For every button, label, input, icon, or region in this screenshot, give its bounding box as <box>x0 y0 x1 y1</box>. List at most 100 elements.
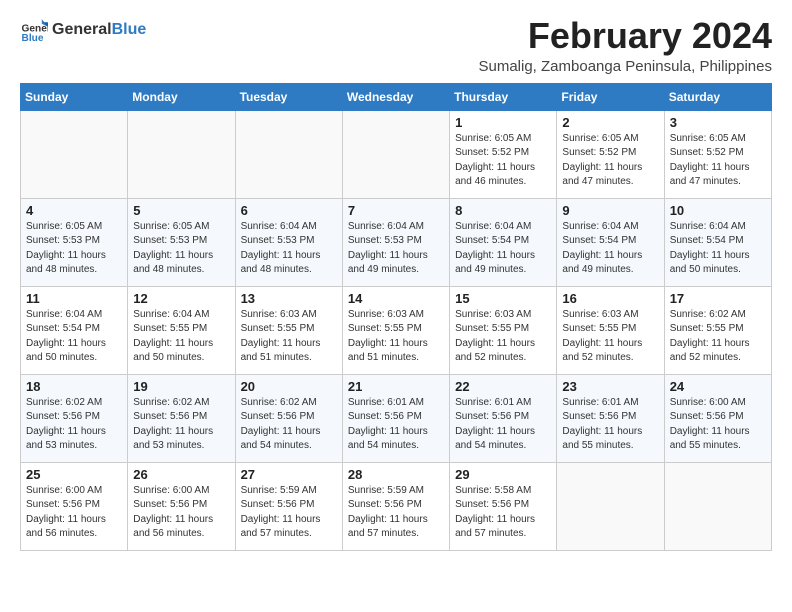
calendar-cell <box>342 110 449 198</box>
calendar-cell: 8 Sunrise: 6:04 AM Sunset: 5:54 PM Daylig… <box>450 198 557 286</box>
weekday-header-wednesday: Wednesday <box>342 83 449 110</box>
day-info: Sunrise: 6:01 AM Sunset: 5:56 PM Dayligh… <box>562 396 658 454</box>
day-info: Sunrise: 5:58 AM Sunset: 5:56 PM Dayligh… <box>455 484 551 542</box>
calendar-cell: 16 Sunrise: 6:03 AM Sunset: 5:55 PM Dayli… <box>557 286 664 374</box>
calendar-week-row: 18 Sunrise: 6:02 AM Sunset: 5:56 PM Dayli… <box>21 374 772 462</box>
day-number: 16 <box>562 291 658 306</box>
day-info: Sunrise: 6:05 AM Sunset: 5:52 PM Dayligh… <box>455 132 551 190</box>
day-info: Sunrise: 6:05 AM Sunset: 5:52 PM Dayligh… <box>562 132 658 190</box>
day-number: 11 <box>26 291 122 306</box>
day-number: 7 <box>348 203 444 218</box>
calendar-cell: 2 Sunrise: 6:05 AM Sunset: 5:52 PM Daylig… <box>557 110 664 198</box>
day-info: Sunrise: 5:59 AM Sunset: 5:56 PM Dayligh… <box>241 484 337 542</box>
day-info: Sunrise: 6:02 AM Sunset: 5:56 PM Dayligh… <box>241 396 337 454</box>
calendar-table: SundayMondayTuesdayWednesdayThursdayFrid… <box>20 83 772 551</box>
calendar-cell: 24 Sunrise: 6:00 AM Sunset: 5:56 PM Dayli… <box>664 374 771 462</box>
day-number: 5 <box>133 203 229 218</box>
day-number: 10 <box>670 203 766 218</box>
calendar-cell: 23 Sunrise: 6:01 AM Sunset: 5:56 PM Dayli… <box>557 374 664 462</box>
logo-blue-text: Blue <box>112 21 147 38</box>
logo-general-text: General <box>52 21 112 38</box>
day-number: 2 <box>562 115 658 130</box>
calendar-cell <box>235 110 342 198</box>
day-number: 21 <box>348 379 444 394</box>
svg-text:Blue: Blue <box>22 33 44 44</box>
day-info: Sunrise: 6:03 AM Sunset: 5:55 PM Dayligh… <box>348 308 444 366</box>
day-info: Sunrise: 6:04 AM Sunset: 5:54 PM Dayligh… <box>562 220 658 278</box>
calendar-cell: 13 Sunrise: 6:03 AM Sunset: 5:55 PM Dayli… <box>235 286 342 374</box>
calendar-cell <box>21 110 128 198</box>
day-number: 12 <box>133 291 229 306</box>
day-number: 27 <box>241 467 337 482</box>
page-header: General Blue GeneralBlue February 2024 S… <box>20 16 772 75</box>
day-number: 24 <box>670 379 766 394</box>
day-info: Sunrise: 6:04 AM Sunset: 5:55 PM Dayligh… <box>133 308 229 366</box>
day-number: 1 <box>455 115 551 130</box>
day-info: Sunrise: 6:02 AM Sunset: 5:56 PM Dayligh… <box>133 396 229 454</box>
weekday-header-thursday: Thursday <box>450 83 557 110</box>
day-number: 6 <box>241 203 337 218</box>
month-year-title: February 2024 <box>478 16 772 56</box>
day-number: 25 <box>26 467 122 482</box>
calendar-cell <box>664 462 771 550</box>
calendar-week-row: 11 Sunrise: 6:04 AM Sunset: 5:54 PM Dayli… <box>21 286 772 374</box>
calendar-cell: 6Sunrise: 6:04 AM Sunset: 5:53 PM Daylig… <box>235 198 342 286</box>
day-info: Sunrise: 6:04 AM Sunset: 5:53 PM Dayligh… <box>348 220 444 278</box>
calendar-cell: 9 Sunrise: 6:04 AM Sunset: 5:54 PM Daylig… <box>557 198 664 286</box>
calendar-cell: 27 Sunrise: 5:59 AM Sunset: 5:56 PM Dayli… <box>235 462 342 550</box>
calendar-cell <box>557 462 664 550</box>
day-info: Sunrise: 6:04 AM Sunset: 5:54 PM Dayligh… <box>670 220 766 278</box>
calendar-cell: 28Sunrise: 5:59 AM Sunset: 5:56 PM Dayli… <box>342 462 449 550</box>
day-number: 19 <box>133 379 229 394</box>
day-info: Sunrise: 5:59 AM Sunset: 5:56 PM Dayligh… <box>348 484 444 542</box>
calendar-week-row: 1 Sunrise: 6:05 AM Sunset: 5:52 PM Daylig… <box>21 110 772 198</box>
day-info: Sunrise: 6:05 AM Sunset: 5:53 PM Dayligh… <box>26 220 122 278</box>
day-number: 8 <box>455 203 551 218</box>
day-info: Sunrise: 6:00 AM Sunset: 5:56 PM Dayligh… <box>133 484 229 542</box>
location-subtitle: Sumalig, Zamboanga Peninsula, Philippine… <box>478 58 772 75</box>
calendar-week-row: 25 Sunrise: 6:00 AM Sunset: 5:56 PM Dayli… <box>21 462 772 550</box>
day-number: 18 <box>26 379 122 394</box>
day-info: Sunrise: 6:00 AM Sunset: 5:56 PM Dayligh… <box>670 396 766 454</box>
calendar-cell: 11 Sunrise: 6:04 AM Sunset: 5:54 PM Dayli… <box>21 286 128 374</box>
day-number: 20 <box>241 379 337 394</box>
day-info: Sunrise: 6:04 AM Sunset: 5:54 PM Dayligh… <box>26 308 122 366</box>
calendar-cell: 29 Sunrise: 5:58 AM Sunset: 5:56 PM Dayli… <box>450 462 557 550</box>
calendar-cell: 19 Sunrise: 6:02 AM Sunset: 5:56 PM Dayli… <box>128 374 235 462</box>
day-info: Sunrise: 6:04 AM Sunset: 5:54 PM Dayligh… <box>455 220 551 278</box>
calendar-cell: 5 Sunrise: 6:05 AM Sunset: 5:53 PM Daylig… <box>128 198 235 286</box>
calendar-cell: 1 Sunrise: 6:05 AM Sunset: 5:52 PM Daylig… <box>450 110 557 198</box>
calendar-header-row: SundayMondayTuesdayWednesdayThursdayFrid… <box>21 83 772 110</box>
day-info: Sunrise: 6:05 AM Sunset: 5:52 PM Dayligh… <box>670 132 766 190</box>
calendar-cell: 14 Sunrise: 6:03 AM Sunset: 5:55 PM Dayli… <box>342 286 449 374</box>
day-info: Sunrise: 6:03 AM Sunset: 5:55 PM Dayligh… <box>241 308 337 366</box>
calendar-cell: 20 Sunrise: 6:02 AM Sunset: 5:56 PM Dayli… <box>235 374 342 462</box>
calendar-cell: 18 Sunrise: 6:02 AM Sunset: 5:56 PM Dayli… <box>21 374 128 462</box>
day-number: 3 <box>670 115 766 130</box>
calendar-cell: 10 Sunrise: 6:04 AM Sunset: 5:54 PM Dayli… <box>664 198 771 286</box>
day-number: 9 <box>562 203 658 218</box>
day-info: Sunrise: 6:05 AM Sunset: 5:53 PM Dayligh… <box>133 220 229 278</box>
day-info: Sunrise: 6:02 AM Sunset: 5:56 PM Dayligh… <box>26 396 122 454</box>
day-number: 29 <box>455 467 551 482</box>
day-info: Sunrise: 6:03 AM Sunset: 5:55 PM Dayligh… <box>455 308 551 366</box>
calendar-cell: 12 Sunrise: 6:04 AM Sunset: 5:55 PM Dayli… <box>128 286 235 374</box>
day-number: 13 <box>241 291 337 306</box>
day-info: Sunrise: 6:00 AM Sunset: 5:56 PM Dayligh… <box>26 484 122 542</box>
calendar-cell: 17 Sunrise: 6:02 AM Sunset: 5:55 PM Dayli… <box>664 286 771 374</box>
day-number: 14 <box>348 291 444 306</box>
day-number: 4 <box>26 203 122 218</box>
day-number: 26 <box>133 467 229 482</box>
weekday-header-sunday: Sunday <box>21 83 128 110</box>
day-info: Sunrise: 6:02 AM Sunset: 5:55 PM Dayligh… <box>670 308 766 366</box>
weekday-header-friday: Friday <box>557 83 664 110</box>
logo: General Blue GeneralBlue <box>20 16 146 44</box>
calendar-cell <box>128 110 235 198</box>
calendar-cell: 15Sunrise: 6:03 AM Sunset: 5:55 PM Dayli… <box>450 286 557 374</box>
day-number: 17 <box>670 291 766 306</box>
calendar-cell: 7 Sunrise: 6:04 AM Sunset: 5:53 PM Daylig… <box>342 198 449 286</box>
calendar-cell: 22Sunrise: 6:01 AM Sunset: 5:56 PM Dayli… <box>450 374 557 462</box>
calendar-cell: 21Sunrise: 6:01 AM Sunset: 5:56 PM Dayli… <box>342 374 449 462</box>
day-number: 23 <box>562 379 658 394</box>
day-info: Sunrise: 6:03 AM Sunset: 5:55 PM Dayligh… <box>562 308 658 366</box>
